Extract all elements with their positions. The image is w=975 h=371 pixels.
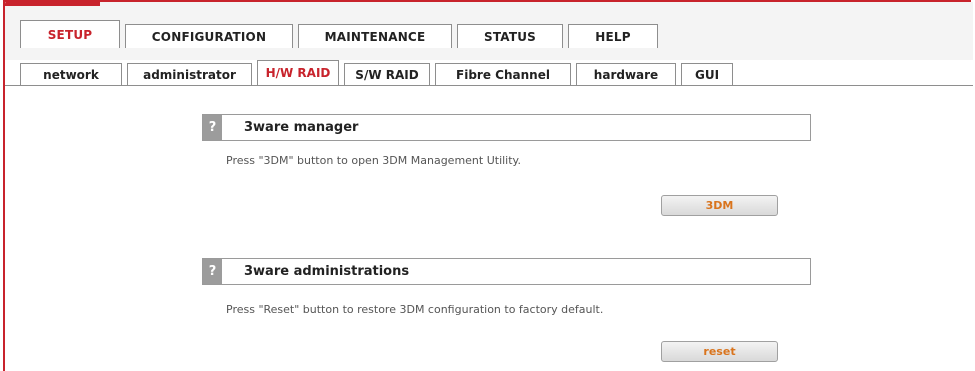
subtab-hw-raid[interactable]: H/W RAID [257, 60, 339, 85]
tab-divider [5, 85, 973, 86]
help-icon[interactable]: ? [203, 115, 222, 140]
section-title: 3ware manager [244, 120, 359, 135]
tab-help[interactable]: HELP [568, 24, 658, 48]
tab-setup[interactable]: SETUP [20, 20, 120, 48]
section-header-3ware-administrations: ? 3ware administrations [202, 258, 811, 285]
corner-accent [5, 0, 100, 6]
subtab-network[interactable]: network [20, 63, 122, 85]
tab-maintenance[interactable]: MAINTENANCE [298, 24, 452, 48]
subtab-fibre-channel[interactable]: Fibre Channel [435, 63, 571, 85]
tab-status[interactable]: STATUS [457, 24, 563, 48]
3dm-button[interactable]: 3DM [661, 195, 778, 216]
subtab-administrator[interactable]: administrator [127, 63, 252, 85]
subtab-gui[interactable]: GUI [681, 63, 733, 85]
main-tabs: SETUP CONFIGURATION MAINTENANCE STATUS H… [20, 20, 663, 48]
section-title: 3ware administrations [244, 264, 410, 279]
tab-configuration[interactable]: CONFIGURATION [125, 24, 293, 48]
section-description: Press "3DM" button to open 3DM Managemen… [226, 154, 521, 167]
reset-button[interactable]: reset [661, 341, 778, 362]
section-description: Press "Reset" button to restore 3DM conf… [226, 303, 604, 316]
main-frame: SETUP CONFIGURATION MAINTENANCE STATUS H… [3, 0, 973, 371]
subtab-hardware[interactable]: hardware [576, 63, 676, 85]
help-icon[interactable]: ? [203, 259, 222, 284]
section-header-3ware-manager: ? 3ware manager [202, 114, 811, 141]
sub-tabs: network administrator H/W RAID S/W RAID … [20, 60, 738, 85]
subtab-sw-raid[interactable]: S/W RAID [344, 63, 430, 85]
